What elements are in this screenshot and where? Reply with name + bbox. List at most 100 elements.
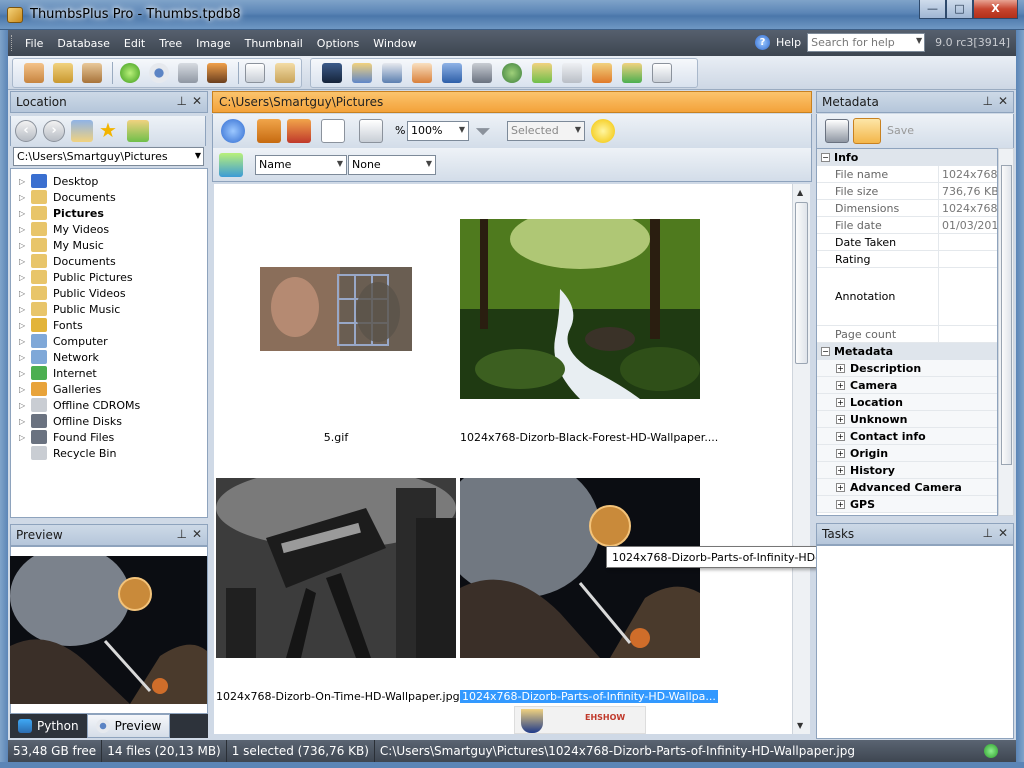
up-folder-icon[interactable] xyxy=(127,120,149,142)
close-icon[interactable]: ✕ xyxy=(192,94,202,108)
expand-icon[interactable]: + xyxy=(836,381,845,390)
metadata-subcategory[interactable]: + GPS xyxy=(817,496,997,513)
filter-icon[interactable]: ⏷ xyxy=(475,119,501,143)
tree-item[interactable]: ▷ Pictures xyxy=(11,205,207,221)
filter-combo[interactable]: Selected ▼ xyxy=(507,121,585,141)
expand-icon[interactable]: + xyxy=(836,415,845,424)
metadata-row[interactable]: File date01/03/2012 xyxy=(817,217,997,234)
close-icon[interactable]: ✕ xyxy=(192,527,202,541)
copy-icon[interactable] xyxy=(243,60,268,86)
expand-icon[interactable]: + xyxy=(836,398,845,407)
tree-item[interactable]: ▷ Documents xyxy=(11,189,207,205)
thumbnail-item-partial[interactable]: EHSHOW xyxy=(514,706,646,734)
tree-item[interactable]: ▷ My Videos xyxy=(11,221,207,237)
menu-tree[interactable]: Tree xyxy=(152,37,189,50)
expand-arrow-icon[interactable]: ▷ xyxy=(19,177,29,186)
metadata-value[interactable] xyxy=(939,326,997,342)
zoom-combo[interactable]: 100% ▼ xyxy=(407,121,469,141)
email-icon[interactable] xyxy=(409,60,435,86)
tab-python[interactable]: Python xyxy=(10,714,87,738)
expand-arrow-icon[interactable]: ▷ xyxy=(19,433,29,442)
tree-item[interactable]: Recycle Bin xyxy=(11,445,207,461)
metadata-subcategory[interactable]: + Camera xyxy=(817,377,997,394)
menu-file[interactable]: File xyxy=(18,37,50,50)
metadata-row[interactable]: Dimensions1024x768x2 xyxy=(817,200,997,217)
menu-options[interactable]: Options xyxy=(310,37,366,50)
pin-icon[interactable]: ⊥ xyxy=(177,94,187,108)
metadata-category[interactable]: − Info xyxy=(817,149,997,166)
edit-metadata-icon[interactable] xyxy=(853,118,881,144)
menu-database[interactable]: Database xyxy=(50,37,117,50)
monitor-icon[interactable] xyxy=(205,60,230,86)
metadata-value[interactable]: 1024x768-D xyxy=(939,166,997,182)
help-search-input[interactable]: Search for help ▼ xyxy=(807,33,926,52)
expand-icon[interactable]: + xyxy=(836,466,845,475)
tag-icon[interactable] xyxy=(257,119,281,143)
expand-icon[interactable]: + xyxy=(836,483,845,492)
expand-arrow-icon[interactable]: ▷ xyxy=(19,225,29,234)
tree-item[interactable]: ▷ Public Music xyxy=(11,301,207,317)
thumbnail-label[interactable]: 1024x768-Dizorb-Black-Forest-HD-Wallpape… xyxy=(460,431,718,444)
thumbnail-scrollbar[interactable]: ▲ ▼ xyxy=(792,184,810,734)
metadata-row[interactable]: Annotation xyxy=(817,268,997,326)
scroll-up-icon[interactable]: ▲ xyxy=(797,188,803,197)
pin-icon[interactable]: ⊥ xyxy=(983,526,993,540)
delete-icon[interactable] xyxy=(559,60,585,86)
help-label[interactable]: Help xyxy=(776,36,801,49)
location-path-combo[interactable]: C:\Users\Smartguy\Pictures ▼ xyxy=(13,147,204,166)
metadata-subcategory[interactable]: + Origin xyxy=(817,445,997,462)
forward-button[interactable]: › xyxy=(43,120,65,142)
sort-direction-icon[interactable] xyxy=(219,153,243,177)
back-button[interactable]: ‹ xyxy=(15,120,37,142)
tree-item[interactable]: ▷ Network xyxy=(11,349,207,365)
chevron-down-icon[interactable]: ▼ xyxy=(459,125,465,134)
expand-arrow-icon[interactable]: ▷ xyxy=(19,305,29,314)
lightbulb-icon[interactable] xyxy=(591,119,615,143)
close-icon[interactable]: ✕ xyxy=(998,94,1008,108)
scrollbar-thumb[interactable] xyxy=(795,202,808,364)
metadata-subcategory[interactable]: + Location xyxy=(817,394,997,411)
view-layout-icon[interactable] xyxy=(321,119,345,143)
hand-point-icon[interactable] xyxy=(21,60,46,86)
metadata-subcategory[interactable]: + Advanced Camera xyxy=(817,479,997,496)
chevron-down-icon[interactable]: ▼ xyxy=(575,125,581,134)
export-icon[interactable] xyxy=(619,60,645,86)
thumbnail-item[interactable] xyxy=(460,209,700,399)
tree-item[interactable]: ▷ Found Files xyxy=(11,429,207,445)
metadata-row[interactable]: File size 736,76 KB xyxy=(817,183,997,200)
metadata-row[interactable]: File name1024x768-D xyxy=(817,166,997,183)
refresh-folder-icon[interactable] xyxy=(71,120,93,142)
binoculars-icon[interactable] xyxy=(319,60,345,86)
title-bar[interactable]: ThumbsPlus Pro - Thumbs.tpdb8 — □ X xyxy=(0,0,1024,30)
tab-preview[interactable]: Preview xyxy=(86,714,171,738)
scan-icon[interactable] xyxy=(439,60,465,86)
expand-arrow-icon[interactable]: ▷ xyxy=(19,337,29,346)
expand-arrow-icon[interactable]: ▷ xyxy=(19,369,29,378)
print-icon[interactable] xyxy=(379,60,405,86)
untag-icon[interactable] xyxy=(287,119,311,143)
expand-arrow-icon[interactable]: ▷ xyxy=(19,289,29,298)
metadata-value[interactable] xyxy=(939,251,997,267)
sort-field-combo[interactable]: Name ▼ xyxy=(255,155,347,175)
chevron-down-icon[interactable]: ▼ xyxy=(916,36,922,45)
chevron-down-icon[interactable]: ▼ xyxy=(195,151,201,160)
menu-grip[interactable] xyxy=(11,35,14,51)
pin-icon[interactable]: ⊥ xyxy=(983,94,993,108)
thumbnail-item-selected[interactable] xyxy=(440,458,700,658)
favorites-star-icon[interactable]: ★ xyxy=(99,120,121,142)
metadata-subcategory[interactable]: + Description xyxy=(817,360,997,377)
expand-arrow-icon[interactable]: ▷ xyxy=(19,321,29,330)
minimize-button[interactable]: — xyxy=(919,0,946,19)
tree-item[interactable]: ▷ Fonts xyxy=(11,317,207,333)
expand-arrow-icon[interactable]: ▷ xyxy=(19,385,29,394)
expand-arrow-icon[interactable]: ▷ xyxy=(19,401,29,410)
expand-arrow-icon[interactable]: ▷ xyxy=(19,257,29,266)
help-icon[interactable]: ? xyxy=(755,35,771,50)
paste-icon[interactable] xyxy=(272,60,297,86)
thumbnail-label[interactable]: 5.gif xyxy=(234,431,438,444)
tree-item[interactable]: ▷ Offline Disks xyxy=(11,413,207,429)
convert-icon[interactable] xyxy=(499,60,525,86)
expand-icon[interactable]: + xyxy=(836,500,845,509)
metadata-subcategory[interactable]: + Contact info xyxy=(817,428,997,445)
metadata-value[interactable]: 01/03/2012 xyxy=(939,217,997,233)
